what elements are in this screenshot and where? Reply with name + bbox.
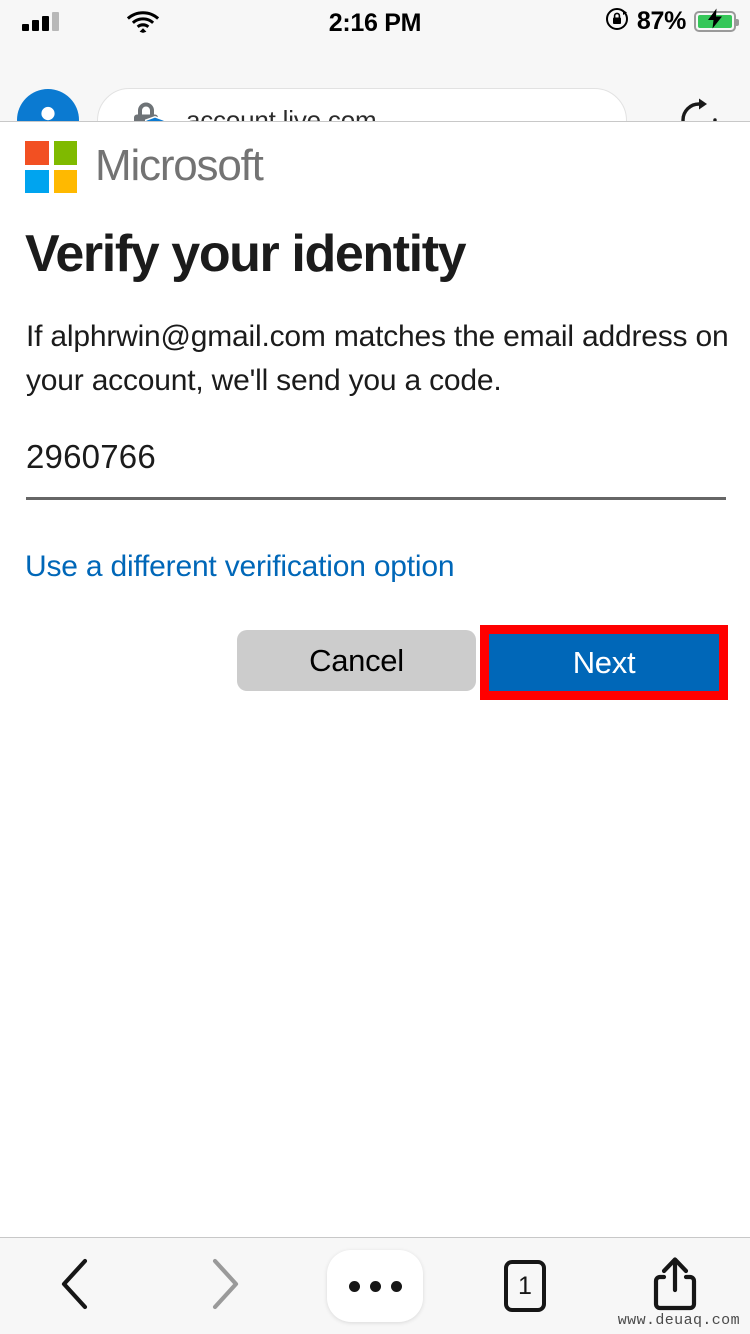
share-icon	[653, 1256, 697, 1317]
tabs-button[interactable]: 1	[450, 1238, 600, 1334]
watermark: www.deuaq.com	[617, 1312, 740, 1329]
ellipsis-icon[interactable]	[327, 1250, 423, 1322]
url-toolbar: account.live.com	[0, 44, 750, 153]
logo-square-red	[25, 141, 49, 165]
microsoft-wordmark: Microsoft	[95, 140, 264, 190]
chevron-right-icon	[208, 1258, 242, 1315]
battery-charging-icon	[694, 8, 739, 32]
logo-square-blue	[25, 169, 49, 193]
forward-button[interactable]	[150, 1238, 300, 1334]
ellipsis-dot	[348, 1280, 360, 1292]
page-title: Verify your identity	[25, 225, 467, 283]
microsoft-logo-squares	[25, 141, 77, 193]
tab-count-label: 1	[518, 1271, 532, 1300]
page-description: If alphrwin@gmail.com matches the email …	[26, 320, 729, 398]
microsoft-logo-icon: Microsoft	[25, 140, 264, 193]
page-content: Microsoft Verify your identity If alphrw…	[0, 122, 750, 1237]
ellipsis-dot	[390, 1280, 402, 1292]
status-bar: 2:16 PM 87%	[0, 0, 750, 44]
verification-code-field[interactable]: 2960766	[26, 440, 726, 500]
input-underline	[26, 497, 726, 500]
logo-square-green	[53, 141, 77, 165]
battery-percent-label: 87%	[636, 6, 686, 35]
cancel-button[interactable]: Cancel	[237, 630, 476, 691]
logo-square-yellow	[53, 169, 77, 193]
verification-code-value[interactable]: 2960766	[26, 440, 726, 497]
rotation-lock-icon	[605, 7, 629, 36]
ellipsis-dot	[369, 1280, 381, 1292]
status-right-group: 87%	[605, 6, 739, 36]
more-button[interactable]	[300, 1238, 450, 1334]
browser-chrome: 2:16 PM 87% account.live.com	[0, 0, 750, 153]
bottom-toolbar: 1 www.deuaq.com	[0, 1238, 750, 1334]
chevron-left-icon	[58, 1258, 92, 1315]
back-button[interactable]	[0, 1238, 150, 1334]
tabs-icon[interactable]: 1	[504, 1260, 546, 1312]
use-different-verification-option-link[interactable]: Use a different verification option	[25, 550, 455, 584]
next-button[interactable]: Next	[489, 634, 719, 691]
